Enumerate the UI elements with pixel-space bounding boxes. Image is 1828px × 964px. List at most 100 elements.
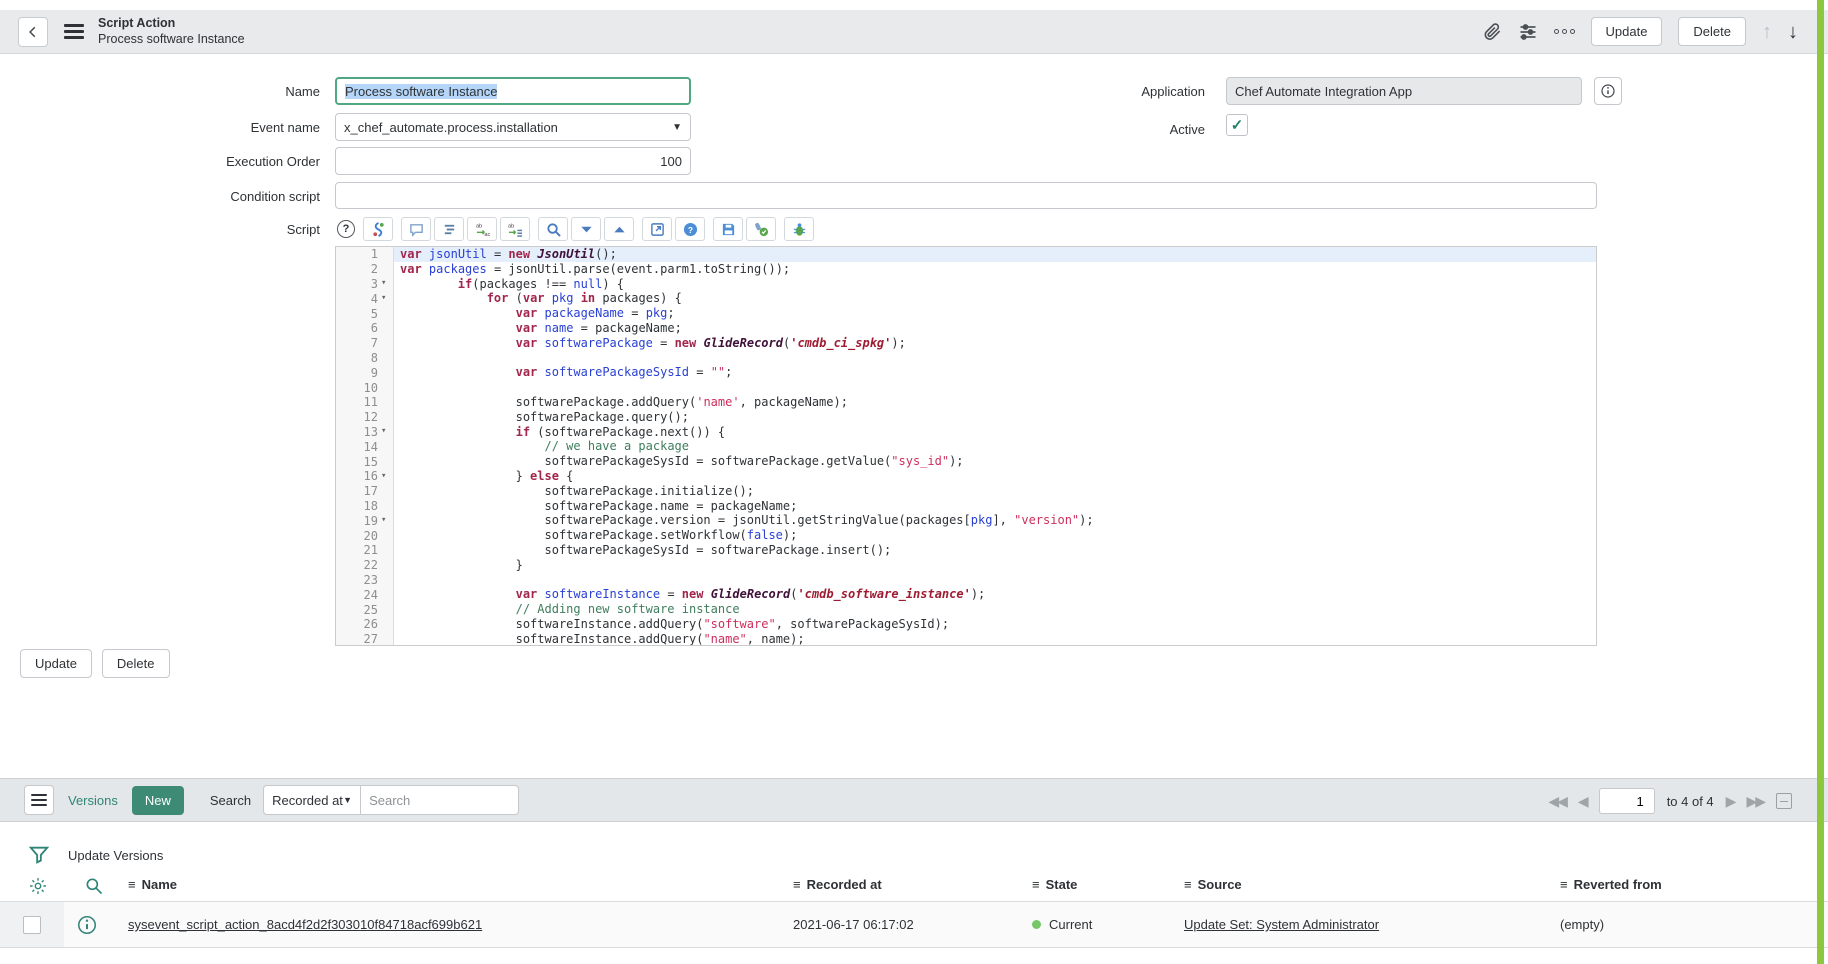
find-next-icon[interactable]: [571, 217, 601, 241]
column-header-state[interactable]: ≡State: [1032, 877, 1077, 892]
save-icon[interactable]: [713, 217, 743, 241]
script-help-icon[interactable]: ?: [337, 220, 355, 238]
syntax-check-icon[interactable]: [746, 217, 776, 241]
more-options-icon[interactable]: [1554, 29, 1575, 34]
row-range-text: to 4 of 4: [1667, 794, 1714, 809]
application-field: Chef Automate Integration App: [1226, 77, 1582, 105]
filter-breadcrumb[interactable]: Update Versions: [68, 848, 163, 863]
reverted-from-cell: (empty): [1560, 902, 1604, 947]
column-options-icon[interactable]: ≡: [1184, 877, 1192, 892]
svg-text:ac: ac: [484, 232, 490, 237]
column-options-icon[interactable]: ≡: [793, 877, 801, 892]
footer-delete-button[interactable]: Delete: [102, 649, 170, 678]
next-page-icon[interactable]: ▶: [1726, 793, 1735, 810]
svg-text:ab: ab: [475, 223, 481, 229]
search-icon[interactable]: [538, 217, 568, 241]
info-icon: [76, 914, 98, 936]
page-title: Script Action: [98, 16, 245, 32]
state-dot-icon: [1032, 920, 1041, 929]
back-button[interactable]: [18, 17, 48, 47]
recorded-at-cell: 2021-06-17 06:17:02: [793, 902, 914, 947]
row-info-button[interactable]: [76, 902, 98, 947]
search-column-select[interactable]: Recorded at ▼: [263, 785, 361, 815]
syntax-editor-toggle-icon[interactable]: [363, 217, 393, 241]
row-checkbox[interactable]: [23, 916, 41, 934]
application-value: Chef Automate Integration App: [1235, 84, 1412, 99]
editor-code[interactable]: var jsonUtil = new JsonUtil();var packag…: [394, 247, 1596, 645]
script-label: Script: [0, 222, 320, 237]
name-label: Name: [0, 84, 320, 99]
event-name-label: Event name: [0, 120, 320, 135]
column-options-icon[interactable]: ≡: [1560, 877, 1568, 892]
list-search-input[interactable]: [361, 785, 519, 815]
column-header-reverted-from[interactable]: ≡Reverted from: [1560, 877, 1662, 892]
first-page-icon[interactable]: ◀◀: [1548, 793, 1566, 810]
name-input[interactable]: Process software Instance: [335, 77, 691, 105]
search-label: Search: [210, 793, 251, 808]
replace-all-icon[interactable]: ab: [500, 217, 530, 241]
filter-funnel-icon[interactable]: [28, 843, 50, 867]
svg-text:?: ?: [687, 224, 692, 234]
application-info-button[interactable]: [1594, 77, 1622, 105]
column-header-source[interactable]: ≡Source: [1184, 877, 1242, 892]
script-editor-toolbar: ? abac ab ?: [337, 216, 822, 242]
svg-text:ab: ab: [508, 223, 514, 229]
new-version-button[interactable]: New: [132, 786, 184, 815]
table-row: sysevent_script_action_8acd4f2d2f303010f…: [0, 902, 1828, 948]
column-options-icon[interactable]: ≡: [1032, 877, 1040, 892]
state-cell: Current: [1032, 902, 1092, 947]
gear-icon[interactable]: [28, 876, 48, 896]
versions-table-header: ≡Name ≡Recorded at ≡State ≡Source ≡Rever…: [0, 870, 1828, 902]
condition-script-label: Condition script: [0, 189, 320, 204]
event-name-select[interactable]: x_chef_automate.process.installation ▼: [335, 113, 691, 141]
find-previous-icon[interactable]: [604, 217, 634, 241]
source-link[interactable]: Update Set: System Administrator: [1184, 917, 1379, 932]
replace-icon[interactable]: abac: [467, 217, 497, 241]
execution-order-input[interactable]: 100: [335, 147, 691, 175]
execution-order-value: 100: [660, 154, 682, 169]
next-record-icon[interactable]: ↓: [1788, 22, 1798, 42]
list-context-menu-icon[interactable]: [24, 785, 54, 815]
condition-script-input[interactable]: [335, 182, 1597, 209]
editor-help-icon[interactable]: ?: [675, 217, 705, 241]
previous-page-icon[interactable]: ◀: [1578, 793, 1587, 810]
open-in-window-icon[interactable]: [642, 217, 672, 241]
column-header-recorded-at[interactable]: ≡Recorded at: [793, 877, 882, 892]
record-name: Process software Instance: [98, 32, 245, 48]
name-value-selected: Process software Instance: [345, 84, 497, 99]
last-page-icon[interactable]: ▶▶: [1746, 793, 1764, 810]
application-label: Application: [905, 84, 1205, 99]
form-header-bar: Script Action Process software Instance …: [0, 10, 1828, 54]
format-code-icon[interactable]: [434, 217, 464, 241]
debug-icon[interactable]: [784, 217, 814, 241]
event-name-value: x_chef_automate.process.installation: [344, 120, 558, 135]
version-name-link[interactable]: sysevent_script_action_8acd4f2d2f303010f…: [128, 917, 482, 932]
minimize-list-icon[interactable]: [1776, 793, 1792, 809]
versions-title-link[interactable]: Versions: [68, 793, 118, 808]
back-chevron-icon: [26, 25, 40, 39]
personalize-form-icon[interactable]: [1518, 22, 1538, 42]
chevron-down-icon: ▼: [672, 122, 682, 133]
update-button[interactable]: Update: [1591, 17, 1663, 46]
footer-update-button[interactable]: Update: [20, 649, 92, 678]
column-options-icon[interactable]: ≡: [128, 877, 136, 892]
attachment-icon[interactable]: [1483, 22, 1502, 41]
previous-record-icon[interactable]: ↑: [1762, 22, 1772, 42]
column-header-name[interactable]: ≡Name: [128, 877, 177, 892]
toggle-comment-icon[interactable]: [401, 217, 431, 241]
delete-button[interactable]: Delete: [1678, 17, 1746, 46]
chevron-down-icon: ▼: [343, 795, 352, 805]
active-checkbox[interactable]: ✓: [1226, 114, 1248, 136]
execution-order-label: Execution Order: [0, 154, 320, 169]
window-edge-stripe: [1817, 0, 1824, 964]
form-context-menu-icon[interactable]: [64, 21, 84, 42]
script-code-editor[interactable]: 123▾4▾5678910111213▾141516▾171819▾202122…: [335, 246, 1597, 646]
list-search-icon[interactable]: [84, 876, 104, 896]
check-icon: ✓: [1231, 116, 1244, 134]
info-icon: [1600, 83, 1616, 99]
record-title: Script Action Process software Instance: [98, 16, 245, 47]
versions-list-header: Versions New Search Recorded at ▼ ◀◀ ◀ t…: [0, 778, 1828, 822]
row-position-input[interactable]: [1599, 788, 1655, 814]
active-label: Active: [905, 122, 1205, 137]
editor-gutter: 123▾4▾5678910111213▾141516▾171819▾202122…: [336, 247, 394, 645]
